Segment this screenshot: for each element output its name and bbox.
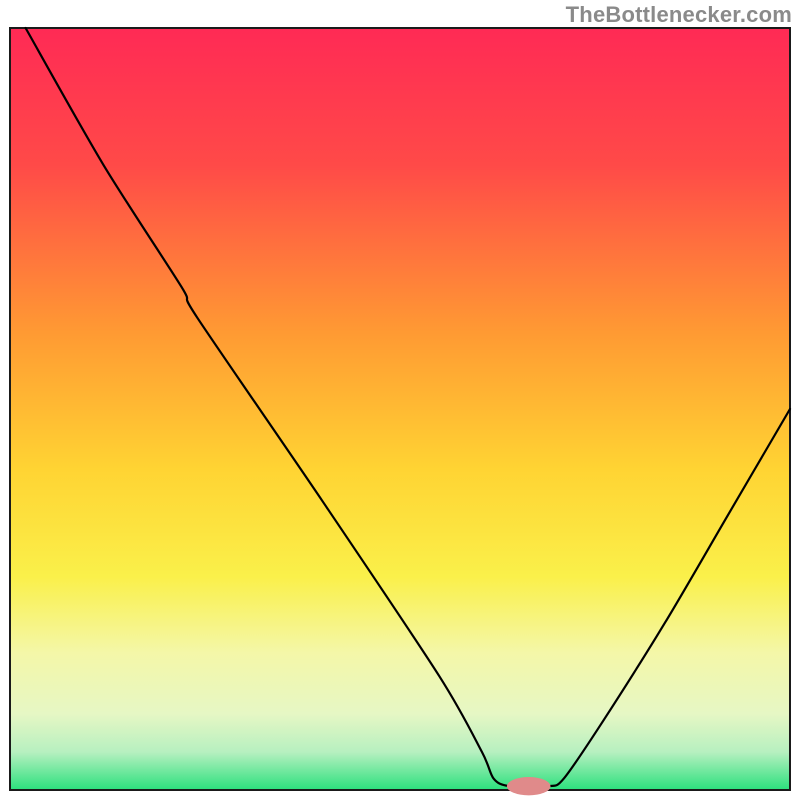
chart-svg [0,0,800,800]
plot-area [10,28,790,790]
optimal-point-marker [507,777,551,795]
attribution-text: TheBottlenecker.com [566,2,792,28]
chart-container: TheBottlenecker.com [0,0,800,800]
